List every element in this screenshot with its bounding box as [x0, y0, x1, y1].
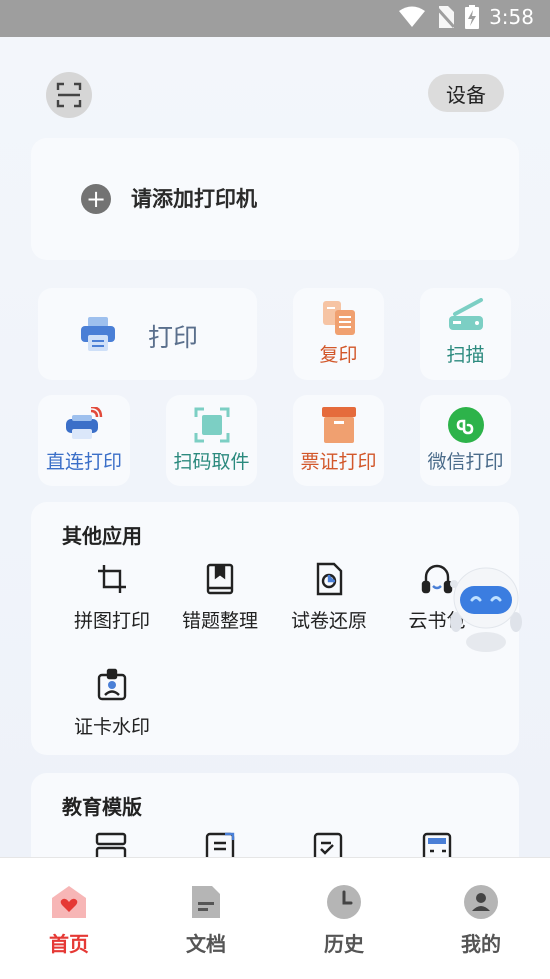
scan-pickup-label: 扫码取件 — [173, 451, 250, 473]
template-calculator-icon[interactable] — [420, 831, 454, 857]
copy-icon — [322, 301, 355, 335]
tab-profile-label: 我的 — [461, 932, 501, 956]
bookmark-book-icon — [206, 563, 234, 595]
user-icon — [464, 885, 498, 919]
printer-icon — [81, 317, 115, 351]
print-label: 打印 — [148, 323, 199, 352]
test-restore-label: 试卷还原 — [290, 610, 367, 632]
tab-history[interactable]: 历史 — [304, 884, 384, 957]
id-watermark-app[interactable]: 证卡水印 — [57, 668, 167, 739]
wifi-icon — [399, 6, 426, 27]
tab-documents-label: 文档 — [186, 932, 226, 956]
scan-pickup-tile[interactable]: 扫码取件 — [166, 395, 257, 486]
no-sim-icon — [435, 5, 456, 29]
document-pie-icon — [316, 562, 343, 596]
wechat-mini-program-icon — [447, 407, 484, 443]
test-restore-app[interactable]: 试卷还原 — [274, 562, 384, 633]
print-tile[interactable]: 打印 — [38, 288, 257, 380]
direct-print-tile[interactable]: 直连打印 — [38, 395, 130, 486]
collage-print-label: 拼图打印 — [73, 610, 150, 632]
scanner-label: 扫描 — [446, 344, 485, 366]
tab-documents[interactable]: 文档 — [166, 884, 246, 957]
scanner-tile[interactable]: 扫描 — [420, 288, 511, 380]
bottom-tab-bar: 首页 文档 历史 我的 — [0, 857, 550, 979]
education-templates-card: 教育模版 — [31, 773, 519, 857]
wechat-print-label: 微信打印 — [427, 451, 504, 473]
add-icon: + — [81, 184, 111, 214]
add-printer-card[interactable]: + 请添加打印机 — [31, 138, 519, 260]
ticket-print-tile[interactable]: 票证打印 — [293, 395, 384, 486]
status-bar: 3:58 — [0, 0, 550, 37]
copy-tile[interactable]: 复印 — [293, 288, 384, 380]
scanner-icon — [448, 298, 483, 330]
copy-label: 复印 — [319, 344, 358, 366]
scan-box-icon — [194, 407, 229, 443]
scan-frame-icon — [56, 82, 82, 108]
scan-qr-button[interactable] — [46, 72, 92, 118]
collage-print-app[interactable]: 拼图打印 — [57, 562, 167, 633]
clock-icon — [327, 885, 361, 919]
home-page: 设备 + 请添加打印机 打印 复印 扫描 直连打印 扫码取件 票证打印 微信打印… — [0, 37, 550, 857]
direct-print-label: 直连打印 — [45, 451, 122, 473]
wechat-print-tile[interactable]: 微信打印 — [420, 395, 511, 486]
status-time: 3:58 — [489, 5, 534, 29]
template-checklist-icon[interactable] — [311, 831, 345, 857]
template-list-icon[interactable] — [203, 831, 237, 857]
tab-home[interactable]: 首页 — [29, 884, 109, 957]
id-card-icon — [97, 668, 127, 701]
education-templates-title: 教育模版 — [62, 795, 142, 819]
crop-icon — [98, 565, 126, 593]
mistake-notebook-app[interactable]: 错题整理 — [165, 562, 275, 633]
document-icon — [192, 886, 220, 918]
other-apps-title: 其他应用 — [62, 524, 142, 548]
ticket-print-label: 票证打印 — [300, 451, 377, 473]
tab-home-label: 首页 — [49, 932, 89, 956]
template-layout-icon[interactable] — [94, 831, 128, 857]
robot-assistant-icon[interactable] — [444, 562, 528, 654]
mistake-notebook-label: 错题整理 — [181, 610, 258, 632]
tab-profile[interactable]: 我的 — [441, 884, 521, 957]
package-box-icon — [321, 407, 356, 443]
home-heart-icon — [52, 886, 86, 918]
add-printer-label: 请添加打印机 — [131, 187, 257, 211]
wireless-printer-icon — [66, 407, 103, 439]
battery-charging-icon — [465, 5, 480, 29]
tab-history-label: 历史 — [324, 932, 364, 956]
device-button[interactable]: 设备 — [428, 74, 504, 112]
id-watermark-label: 证卡水印 — [73, 716, 150, 738]
